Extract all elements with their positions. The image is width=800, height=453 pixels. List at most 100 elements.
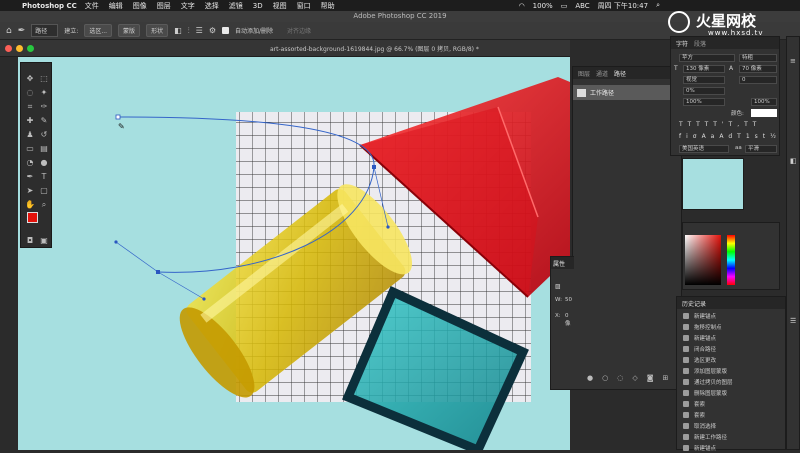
app-menu[interactable]: Photoshop CC (22, 2, 77, 10)
input-method[interactable]: ABC (575, 2, 589, 10)
add-mask-icon[interactable]: ◙ (647, 374, 654, 382)
shape-button[interactable]: 形状 (146, 24, 169, 37)
history-item[interactable]: 选区更改 (677, 355, 787, 365)
hand-tool-icon[interactable]: ✋ (24, 199, 36, 211)
tab-history[interactable]: 历史记录 (682, 299, 706, 308)
kerning-select[interactable]: 视觉 (683, 76, 725, 84)
tab-layers[interactable]: 图层 (578, 69, 590, 78)
load-selection-icon[interactable]: ◌ (617, 374, 623, 382)
marquee-tool-icon[interactable]: ⬚ (38, 73, 50, 85)
menu-type[interactable]: 文字 (181, 1, 195, 11)
color-field[interactable] (685, 235, 721, 285)
eraser-tool-icon[interactable]: ▭ (24, 143, 36, 155)
menu-help[interactable]: 帮助 (321, 1, 335, 11)
tracking-select[interactable]: 0 (739, 76, 777, 84)
history-item[interactable]: 新建锚点 (677, 311, 787, 321)
quick-select-tool-icon[interactable]: ✦ (38, 87, 50, 99)
auto-add-delete-checkbox[interactable] (221, 27, 229, 34)
stamp-tool-icon[interactable]: ♟ (24, 129, 36, 141)
blur-tool-icon[interactable]: ◔ (24, 157, 36, 169)
path-row-work-path[interactable]: 工作路径 (573, 85, 681, 100)
history-item[interactable]: 新建工作路径 (677, 432, 787, 442)
screen-mode-icon[interactable]: ▣ (38, 235, 50, 247)
home-icon[interactable]: ⌂ (6, 26, 12, 36)
history-brush-icon[interactable]: ↺ (38, 129, 50, 141)
history-item[interactable]: 闭合路径 (677, 344, 787, 354)
healing-tool-icon[interactable]: ✚ (24, 115, 36, 127)
gear-icon[interactable]: ⚙ (209, 26, 216, 35)
crop-tool-icon[interactable]: ⌗ (24, 101, 36, 113)
clock[interactable]: 周四 下午10:47 (598, 1, 648, 11)
history-item[interactable]: 取消选择 (677, 421, 787, 431)
menu-view[interactable]: 视图 (273, 1, 287, 11)
tsume-select[interactable]: 0% (683, 87, 725, 95)
font-size-input[interactable]: 130 像素 (683, 65, 725, 73)
shape-tool-icon[interactable]: ▢ (38, 185, 50, 197)
foreground-color-swatch[interactable] (27, 212, 38, 223)
document-canvas[interactable]: ✎ (18, 57, 570, 450)
history-item[interactable]: 套索 (677, 399, 787, 409)
path-align-icon[interactable]: ⫶ (188, 26, 190, 36)
tab-properties[interactable]: 属性 (553, 259, 565, 268)
history-item[interactable]: 新建锚点 (677, 443, 787, 453)
history-item[interactable]: 套索 (677, 410, 787, 420)
history-item[interactable]: 添加图层蒙版 (677, 366, 787, 376)
minimize-window-button[interactable] (16, 45, 23, 52)
make-path-icon[interactable]: ◇ (632, 374, 637, 382)
language-select[interactable]: 美国英语 (679, 145, 729, 153)
menu-select[interactable]: 选择 (205, 1, 219, 11)
dodge-tool-icon[interactable]: ● (38, 157, 50, 169)
new-path-icon[interactable]: ⊞ (663, 374, 669, 382)
move-tool-icon[interactable]: ✥ (24, 73, 36, 85)
vertical-scale-input[interactable]: 100% (683, 98, 725, 106)
document-tab-title[interactable]: art-assorted-background-1619844.jpg @ 66… (270, 44, 479, 53)
lasso-tool-icon[interactable]: ◌ (24, 87, 36, 99)
fill-path-icon[interactable]: ● (587, 374, 593, 382)
menu-file[interactable]: 文件 (85, 1, 99, 11)
horizontal-scale-input[interactable]: 100% (751, 98, 777, 106)
selection-button[interactable]: 选区... (84, 24, 113, 37)
history-item[interactable]: 删除图层蒙版 (677, 388, 787, 398)
eyedropper-tool-icon[interactable]: ✑ (38, 101, 50, 113)
history-item[interactable]: 通过拷贝的图层 (677, 377, 787, 387)
align-edges-label[interactable]: 对齐边缘 (287, 26, 311, 35)
zoom-window-button[interactable] (27, 45, 34, 52)
opentype-buttons[interactable]: fiσAaAdT1st½ (679, 133, 781, 140)
mask-button[interactable]: 蒙版 (118, 24, 141, 37)
properties-x-value[interactable]: 0 像 (565, 313, 574, 327)
type-tool-icon[interactable]: T (38, 171, 50, 183)
tab-channels[interactable]: 通道 (596, 69, 608, 78)
leading-input[interactable]: 70 像素 (739, 65, 777, 73)
font-family-select[interactable]: 苹方 (679, 54, 735, 62)
battery-icon[interactable]: ▭ (561, 2, 568, 10)
history-item[interactable]: 新建锚点 (677, 333, 787, 343)
quick-mask-icon[interactable]: ◘ (24, 235, 36, 247)
panel-dock-icon[interactable]: ☰ (790, 317, 796, 325)
tab-paths[interactable]: 路径 (614, 69, 626, 78)
path-arrange-icon[interactable]: ☰ (196, 26, 203, 35)
zoom-tool-icon[interactable]: ⌕ (38, 199, 50, 211)
mode-select[interactable]: 路径 (31, 24, 59, 37)
brush-tool-icon[interactable]: ✎ (38, 115, 50, 127)
gradient-tool-icon[interactable]: ▤ (38, 143, 50, 155)
menu-edit[interactable]: 编辑 (109, 1, 123, 11)
menu-layer[interactable]: 图层 (157, 1, 171, 11)
menu-3d[interactable]: 3D (253, 2, 263, 10)
path-operations-icon[interactable]: ◧ (174, 26, 182, 35)
close-window-button[interactable] (5, 45, 12, 52)
wifi-icon[interactable]: ◠ (519, 2, 525, 10)
font-style-select[interactable]: 特粗 (739, 54, 777, 62)
text-style-buttons[interactable]: TTTTT'T,TT (679, 121, 761, 128)
menu-image[interactable]: 图像 (133, 1, 147, 11)
hue-slider[interactable] (727, 235, 735, 285)
anti-alias-select[interactable]: 平滑 (745, 145, 777, 153)
menu-filter[interactable]: 滤镜 (229, 1, 243, 11)
pen-tool-icon[interactable]: ✒ (18, 26, 26, 36)
properties-w-value[interactable]: 50 (565, 297, 572, 303)
battery-label[interactable]: 100% (533, 2, 553, 10)
search-icon[interactable]: ⌕ (656, 1, 660, 10)
path-select-tool-icon[interactable]: ➤ (24, 185, 36, 197)
history-item[interactable]: 拖移控制点 (677, 322, 787, 332)
panel-dock-icon[interactable]: ≡ (790, 57, 796, 65)
panel-dock-icon[interactable]: ◧ (790, 157, 797, 165)
